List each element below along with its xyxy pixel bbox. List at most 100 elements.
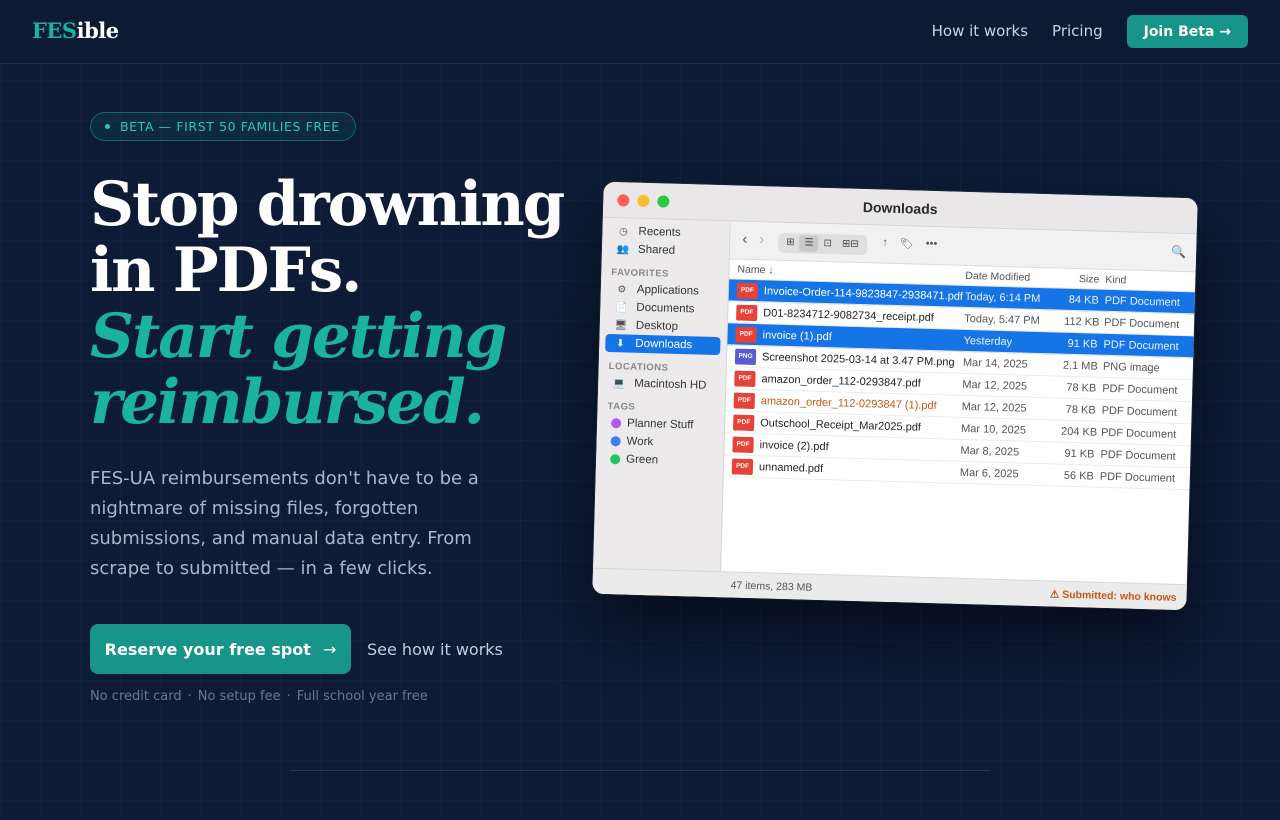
file-name-cell: PDF amazon_order_112-0293847 (1).pdf [726, 392, 962, 415]
column-header-name[interactable]: Name ↓ [729, 263, 965, 282]
file-kind: PDF Document [1101, 404, 1178, 419]
file-list: Name ↓ Date Modified Size Kind PDF Invoic… [721, 259, 1196, 584]
pdf-file-icon: PDF [736, 282, 759, 299]
forward-icon[interactable]: › [759, 231, 764, 248]
pdf-file-icon: PDF [732, 435, 754, 453]
gallery-view-icon[interactable]: ⊞⊟ [837, 236, 864, 253]
sidebar-item-macintosh-hd[interactable]: 💻 Macintosh HD [598, 374, 725, 396]
file-rows: PDF Invoice-Order-114-9823847-2938471.pdf… [723, 279, 1196, 491]
hero-title: Stop drowning in PDFs. Start getting rei… [90, 172, 570, 436]
shared-icon: 👥 [616, 243, 630, 256]
file-date: Yesterday [963, 334, 1013, 348]
pdf-file-icon: PDF [733, 392, 756, 409]
file-size: 112 KB [1063, 315, 1100, 329]
file-kind: PDF Document [1100, 426, 1177, 441]
fineprint-separator: · [187, 689, 192, 704]
file-name: invoice (1).pdf [762, 328, 832, 343]
join-beta-button[interactable]: Join Beta → [1126, 15, 1248, 48]
section-divider [290, 770, 990, 771]
file-name-cell: PDF unnamed.pdf [724, 457, 960, 481]
sidebar-item-label: Documents [636, 301, 695, 316]
list-view-icon[interactable]: ☰ [799, 235, 819, 252]
file-kind: PDF Document [1103, 316, 1180, 331]
badge-dot [105, 124, 110, 129]
logo[interactable]: FESible [32, 18, 119, 43]
tag-icon[interactable]: 🏷 [900, 237, 914, 250]
file-name: invoice (2).pdf [759, 438, 829, 453]
file-date: Mar 12, 2025 [962, 378, 1028, 393]
file-size: 91 KB [1064, 447, 1095, 461]
sidebar-status-strip [592, 567, 722, 598]
see-how-it-works-link[interactable]: See how it works [367, 640, 503, 659]
file-size: 78 KB [1065, 403, 1096, 417]
reserve-spot-button[interactable]: Reserve your free spot → [90, 624, 351, 674]
sidebar-item-label: Shared [637, 243, 676, 257]
sidebar-item-label: Green [625, 453, 659, 467]
top-nav: FESible How it works Pricing Join Beta → [0, 0, 1280, 64]
tag-color-dot [610, 418, 622, 429]
fineprint-separator: · [286, 689, 291, 704]
arrow-right-icon: → [322, 639, 337, 659]
share-icon[interactable]: ↑ [882, 237, 888, 250]
file-name-cell: PDF invoice (2).pdf [724, 435, 960, 459]
pdf-file-icon: PDF [731, 457, 754, 475]
view-switcher: ⊞ ☰ ⊡ ⊞⊟ [777, 232, 867, 256]
file-kind: PDF Document [1102, 382, 1178, 397]
sidebar-item-label: Downloads [635, 337, 693, 352]
file-name: amazon_order_112-0293847.pdf [761, 372, 921, 390]
file-size: 204 KB [1060, 425, 1098, 439]
fineprint-item: Full school year free [296, 689, 428, 704]
beta-badge: BETA — FIRST 50 FAMILIES FREE [90, 112, 356, 141]
file-name: amazon_order_112-0293847 (1).pdf [760, 394, 937, 412]
file-name: Outschool_Receipt_Mar2025.pdf [760, 416, 922, 434]
column-view-icon[interactable]: ⊡ [818, 236, 837, 253]
submission-warning: ⚠ Submitted: who knows [1049, 587, 1177, 604]
history-nav: ‹ › [742, 231, 776, 249]
pdf-file-icon: PDF [735, 326, 757, 343]
file-size: 91 KB [1067, 337, 1098, 351]
nav-links: How it works Pricing Join Beta → [932, 15, 1248, 48]
documents-icon: 📄 [614, 301, 628, 313]
clock-icon: ◷ [618, 225, 629, 237]
file-name: D01-8234712-9082734_receipt.pdf [763, 306, 935, 324]
cta-label: Reserve your free spot [104, 639, 311, 659]
file-kind: PDF Document [1103, 338, 1179, 353]
file-date: Mar 6, 2025 [959, 466, 1019, 480]
pdf-file-icon: PDF [732, 413, 755, 431]
icon-view-icon[interactable]: ⊞ [781, 235, 800, 252]
sidebar-item-downloads[interactable]: ⬇ Downloads [605, 333, 721, 356]
search-icon[interactable]: 🔍 [1171, 245, 1186, 259]
sidebar-tag-green[interactable]: Green [596, 450, 723, 472]
hero-lead: FES-UA reimbursements don't have to be a… [90, 468, 479, 579]
nav-link-pricing[interactable]: Pricing [1052, 15, 1103, 48]
sidebar-item-label: Planner Stuff [626, 417, 694, 432]
applications-icon: ⚙ [617, 283, 627, 295]
file-size: 2.1 MB [1062, 359, 1098, 373]
file-name: Screenshot 2025-03-14 at 3.47 PM.png [761, 350, 955, 369]
column-header-date[interactable]: Date Modified [965, 269, 1065, 284]
file-name: unnamed.pdf [758, 460, 824, 475]
sidebar-item-shared[interactable]: 👥 Shared [602, 240, 729, 262]
file-date: Mar 14, 2025 [962, 356, 1028, 371]
back-icon[interactable]: ‹ [742, 231, 747, 248]
hero-title-line2: in PDFs. [90, 235, 362, 306]
file-size: 56 KB [1063, 469, 1095, 483]
tag-color-dot [609, 454, 621, 465]
desktop-icon: 🖥 [614, 319, 628, 331]
file-name: Invoice-Order-114-9823847-2938471.pdf [763, 284, 964, 303]
column-header-size[interactable]: Size [1065, 272, 1105, 286]
item-count: 47 items, 283 MB [730, 578, 813, 594]
sidebar-item-label: Applications [636, 283, 700, 298]
pdf-file-icon: PDF [736, 304, 758, 321]
column-header-kind[interactable]: Kind [1105, 273, 1195, 288]
nav-link-how-it-works[interactable]: How it works [932, 15, 1028, 48]
sidebar-item-label: Macintosh HD [634, 377, 707, 392]
file-size: 84 KB [1068, 293, 1099, 307]
file-kind: PDF Document [1104, 294, 1181, 309]
hero-title-line1: Stop drowning [90, 169, 565, 240]
file-kind: PNG image [1102, 360, 1160, 374]
file-date: Mar 8, 2025 [960, 444, 1020, 458]
more-icon[interactable]: ••• [926, 238, 938, 251]
sidebar-item-label: Work [626, 435, 654, 449]
tag-color-dot [610, 436, 621, 447]
